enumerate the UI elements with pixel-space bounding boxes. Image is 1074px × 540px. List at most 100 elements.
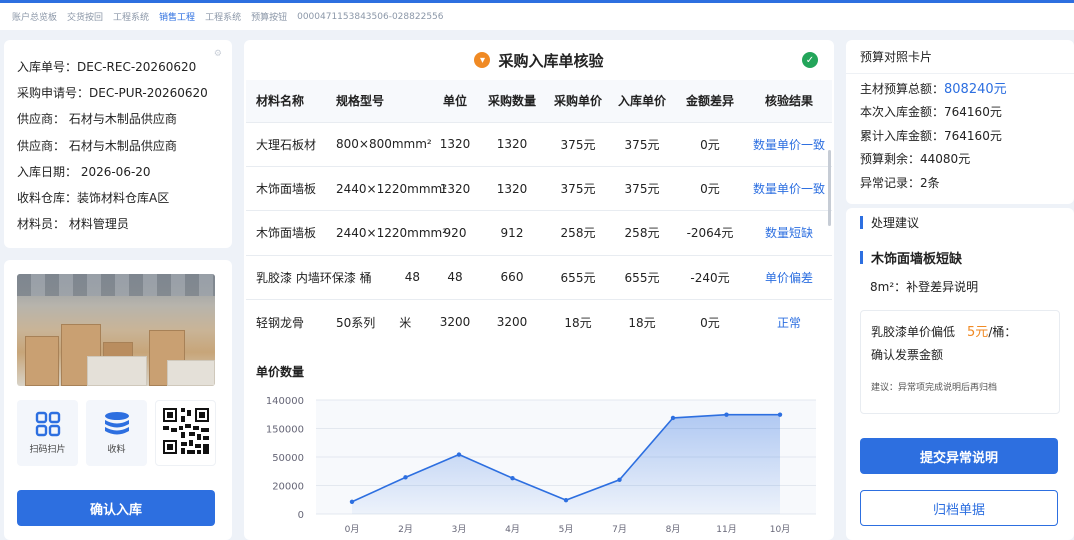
archive-suggestion: 建议：异常项完成说明后再归档	[871, 383, 998, 393]
cell: 木饰面墙板	[246, 165, 332, 211]
chart-point[interactable]	[617, 477, 622, 482]
material-clerk: 材料员： 材料管理员	[17, 217, 129, 232]
advice-headline: 木饰面墙板短缺	[871, 251, 963, 267]
cell: 轻钢龙骨	[246, 299, 332, 344]
cell: 1320	[478, 165, 546, 211]
purchase-request-no: 采购申请号：DEC-PUR-20260620	[17, 86, 208, 101]
cell: 375元	[610, 165, 674, 211]
confirm-receipt-button[interactable]: 确认入库	[17, 490, 215, 526]
nav-item[interactable]: 交货按回	[67, 10, 103, 23]
y-tick-label: 140000	[266, 396, 304, 407]
cell: 0元	[674, 121, 746, 167]
column-header: 单位	[432, 80, 478, 122]
x-tick-label: 3月	[452, 524, 467, 535]
nav-item[interactable]: 预算按钮	[251, 10, 287, 23]
receive-tile[interactable]: 收料	[86, 400, 147, 466]
chart-point[interactable]	[349, 499, 355, 504]
x-tick-label: 8月	[666, 524, 681, 535]
warning-icon: ▾	[474, 52, 491, 68]
receipt-date: 入库日期： 2026-06-20	[17, 164, 151, 179]
table-row[interactable]: 轻钢龙骨 50系列 米 3200 3200 18元 18元 0元 正常	[246, 299, 832, 344]
chart-point[interactable]	[563, 497, 569, 503]
chart-point[interactable]	[724, 412, 729, 417]
cell: 大理石板材	[246, 121, 332, 167]
y-tick-label: 50000	[272, 453, 304, 464]
current-receipt-row: 本次入库金额：764160元	[860, 105, 1002, 120]
result-link[interactable]: 数量短缺	[746, 210, 832, 256]
receipt-no: 入库单号：DEC-REC-20260620	[17, 60, 197, 74]
nav-item[interactable]: 工程系统	[205, 10, 241, 23]
cell: 2440×1220mmm²	[332, 165, 447, 211]
table-header-row: 材料名称 规格型号 单位 采购数量 采购单价 入库单价 金额差异 核验结果	[246, 80, 832, 122]
cell: 1320	[478, 121, 546, 167]
scan-tile[interactable]: 扫码扫片	[17, 400, 78, 466]
chart-point[interactable]	[403, 475, 408, 480]
cell: 375元	[546, 165, 610, 211]
panel-title: 采购入库单核验	[498, 51, 604, 70]
cell: 18元	[546, 299, 610, 344]
table-row[interactable]: 乳胶漆 内墙环保漆 桶 48 48 660 655元 655元 -240元 单价…	[246, 254, 832, 300]
price-quantity-chart: 0 20000 50000 150000 140000 0月 2月 3月 4月 5月 7月 8月 11月…	[266, 396, 816, 535]
budget-remaining-row: 预算剩余：44080元	[860, 152, 971, 167]
result-link[interactable]: 单价偏差	[746, 254, 832, 300]
verification-table: 材料名称 规格型号 单位 采购数量 采购单价 入库单价 金额差异 核验结果 大理…	[246, 80, 832, 344]
submit-exception-button[interactable]: 提交异常说明	[860, 438, 1058, 474]
nav-item[interactable]: 工程系统	[113, 10, 149, 23]
chart-point[interactable]	[670, 415, 676, 421]
check-circle-icon: ✓	[802, 52, 818, 68]
cell: 3200	[432, 299, 478, 344]
y-tick-label: 0	[298, 510, 304, 521]
table-row[interactable]: 木饰面墙板 2440×1220mmm² 1320 1320 375元 375元 …	[246, 165, 832, 211]
top-navigation-bar: 账户总览板 交货按回 工程系统 销售工程 工程系统 预算按钮 000047115…	[0, 0, 1074, 30]
column-header: 规格型号	[332, 80, 432, 122]
table-scrollbar[interactable]	[828, 150, 831, 226]
cell: 375元	[610, 121, 674, 167]
chart-point[interactable]	[777, 412, 783, 417]
cell: 0元	[674, 165, 746, 211]
supplier: 供应商： 石材与木制品供应商	[17, 112, 177, 127]
result-link[interactable]: 数量单价一致	[746, 165, 832, 211]
cell: 50系列 米	[332, 299, 432, 344]
cell: 660	[478, 254, 546, 300]
y-tick-label: 150000	[266, 425, 304, 436]
cell: -2064元	[674, 210, 746, 256]
warehouse: 收料仓库：装饰材料仓库A区	[17, 191, 170, 206]
table-row[interactable]: 大理石板材 800×800mmm² 1320 1320 375元 375元 0元…	[246, 121, 832, 167]
budget-card: 预算对照卡片 主材预算总额：808240元 本次入库金额：764160元 累计入…	[846, 40, 1074, 204]
y-tick-label: 20000	[272, 482, 304, 493]
tile-label: 扫码扫片	[29, 445, 66, 455]
chart-point[interactable]	[456, 452, 462, 457]
budget-total-value: 808240元	[944, 82, 1007, 97]
advice-line: 8m²：补登差异说明	[870, 280, 979, 294]
receiving-panel: 扫码扫片 收料 确认入库	[4, 260, 232, 540]
cell: 258元	[546, 210, 610, 256]
cell: 1320	[432, 121, 478, 167]
chart-point[interactable]	[510, 475, 515, 481]
nav-item-active[interactable]: 销售工程	[159, 10, 195, 23]
invoice-note: 确认发票金额	[871, 348, 944, 362]
cell: 0元	[674, 299, 746, 344]
column-header: 入库单价	[610, 80, 674, 122]
cell: 2440×1220mmm²	[332, 210, 447, 256]
chart-title: 单价数量	[256, 365, 305, 379]
qr-tile[interactable]	[155, 400, 216, 466]
settings-icon[interactable]: ⚙	[214, 49, 222, 59]
document-code: 0000471153843506-028822556	[297, 11, 444, 22]
advice-title: 处理建议	[871, 215, 920, 230]
result-link[interactable]: 正常	[746, 299, 832, 344]
cumulative-receipt-row: 累计入库金额：764160元	[860, 128, 1002, 143]
receipt-info-card: ⚙ 入库单号：DEC-REC-20260620 采购申请号：DEC-PUR-20…	[4, 40, 232, 248]
cell: 木饰面墙板	[246, 210, 332, 256]
archive-document-button[interactable]: 归档单据	[860, 490, 1058, 526]
cell: 375元	[546, 121, 610, 167]
x-tick-label: 10月	[770, 524, 790, 535]
column-header: 材料名称	[246, 80, 332, 122]
column-header: 采购数量	[478, 80, 546, 122]
nav-item[interactable]: 账户总览板	[12, 10, 57, 23]
price-deviation-note: 乳胶漆单价偏低 5元/桶：	[871, 325, 1017, 340]
advice-note-box: 乳胶漆单价偏低 5元/桶： 确认发票金额 建议：异常项完成说明后再归档	[860, 310, 1060, 414]
supplier-secondary: 供应商： 石材与木制品供应商	[17, 138, 177, 153]
x-tick-label: 7月	[612, 524, 627, 535]
table-row[interactable]: 木饰面墙板 2440×1220mmm² 920 912 258元 258元 -2…	[246, 210, 832, 256]
result-link[interactable]: 数量单价一致	[746, 121, 832, 167]
